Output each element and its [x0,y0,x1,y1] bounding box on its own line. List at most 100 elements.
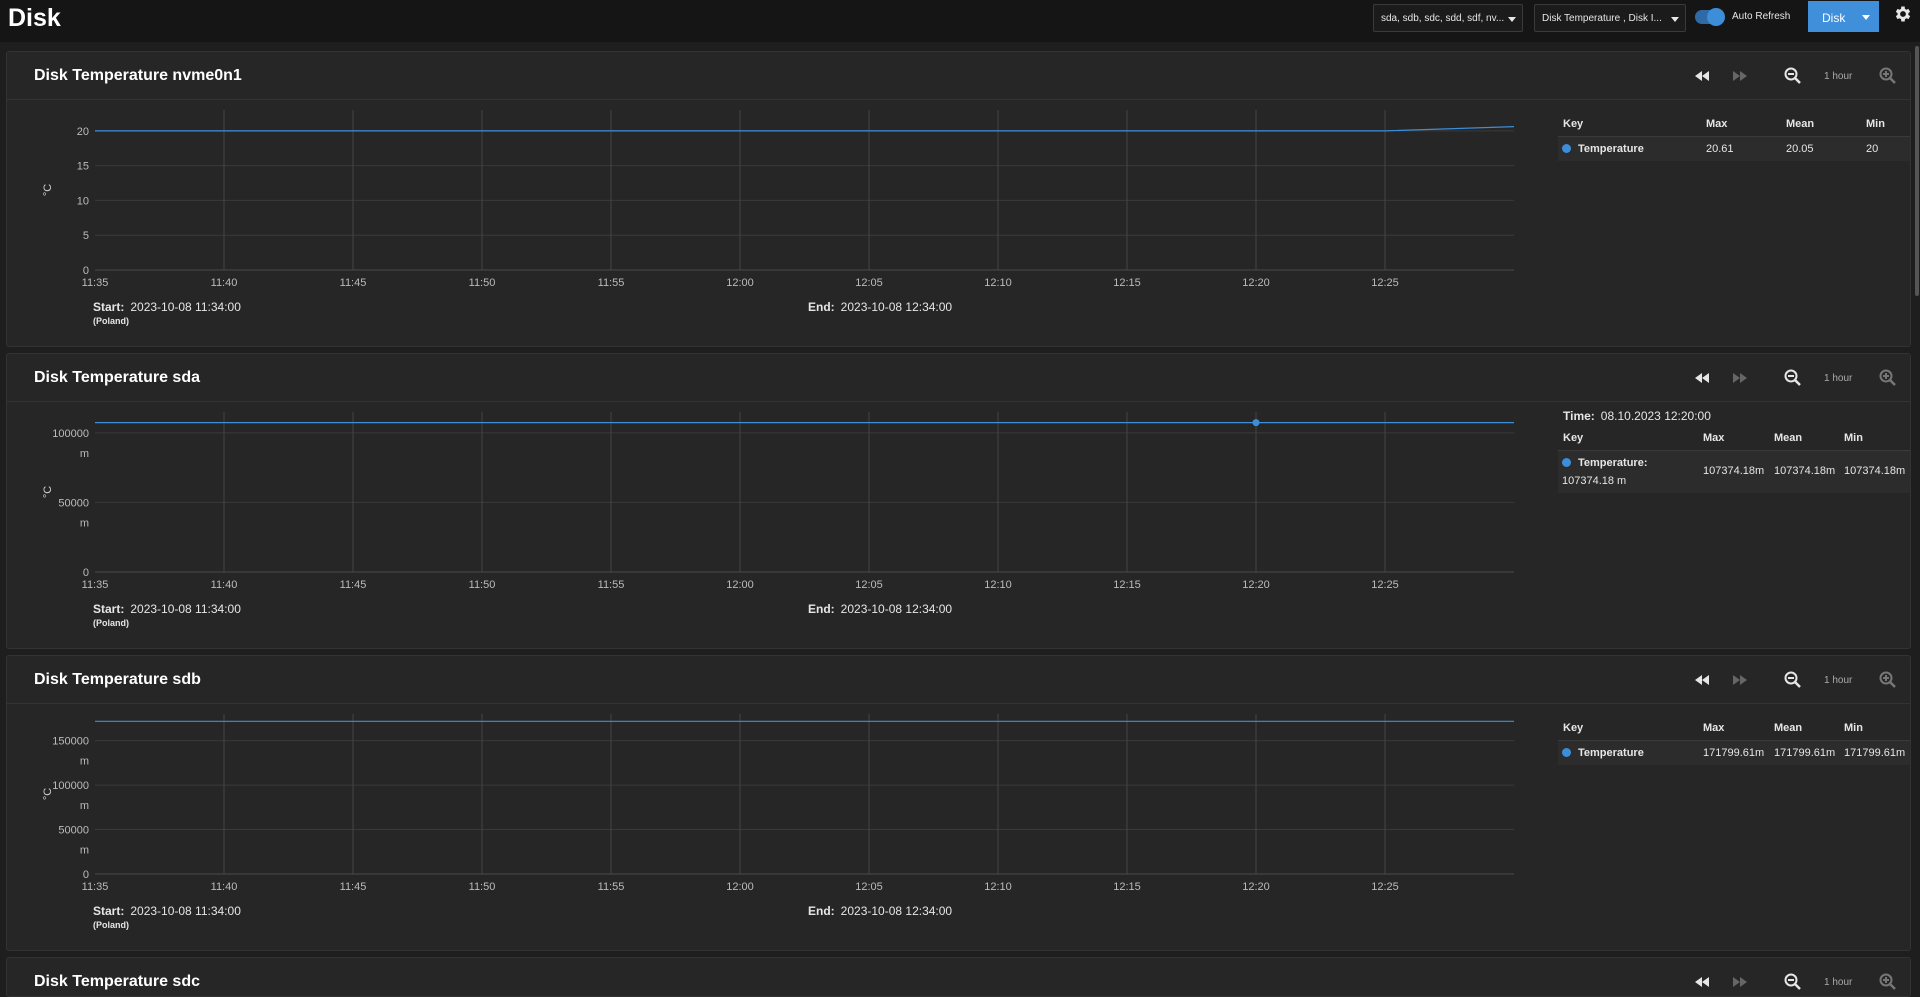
legend-max: 20.61 [1706,143,1734,155]
legend-header-cell: Mean [1774,432,1803,444]
chart-card-sdc: Disk Temperature sdc 1 hour [6,957,1911,997]
start-time: Start: 2023-10-08 11:34:00 [93,300,241,314]
fast-forward-icon[interactable] [1730,368,1750,388]
fast-forward-icon[interactable] [1730,66,1750,86]
y-tick-unit: m [80,517,89,529]
y-tick-unit: m [80,448,89,460]
rewind-icon[interactable] [1692,66,1712,86]
fast-forward-icon[interactable] [1730,972,1750,992]
end-label: End: [808,904,835,918]
time-range-label: 1 hour [1824,675,1853,686]
page-title: Disk [8,4,61,32]
rewind-icon[interactable] [1692,670,1712,690]
legend-mean: 171799.61m [1774,747,1836,759]
series-color-dot [1562,748,1571,757]
x-tick-label: 12:25 [1371,277,1399,289]
chevron-down-icon [1671,17,1679,22]
y-tick-label: 10 [77,195,89,207]
legend-row-temperature[interactable]: Temperature: 107374.18 m 107374.18m 107374.… [1558,451,1910,493]
series-line-temperature[interactable] [95,126,1515,132]
time-range-label: 1 hour [1824,373,1853,384]
y-tick-label: 150000 [52,736,89,748]
time-range-label: 1 hour [1824,71,1853,82]
x-tick-label: 12:20 [1242,579,1270,591]
y-tick-label: 100000 [52,428,89,440]
series-color-dot [1562,144,1571,153]
end-time: End: 2023-10-08 12:34:00 [808,300,952,314]
x-tick-label: 11:55 [598,881,625,893]
zoom-out-icon[interactable] [1783,66,1803,86]
x-tick-label: 11:50 [469,277,496,289]
rewind-icon[interactable] [1692,368,1712,388]
metric-select-value: Disk Temperature , Disk I... [1542,13,1662,24]
x-tick-label: 11:35 [82,579,109,591]
x-tick-label: 12:10 [984,579,1012,591]
series-color-dot [1562,458,1571,467]
disk-menu-button[interactable]: Disk [1808,1,1879,32]
hover-time: Time: 08.10.2023 12:20:00 [1563,409,1711,423]
legend-header-cell: Max [1703,722,1725,734]
legend-key: Temperature [1578,143,1644,155]
zoom-in-icon[interactable] [1878,368,1898,388]
zoom-in-icon[interactable] [1878,66,1898,86]
start-time: Start: 2023-10-08 11:34:00 [93,602,241,616]
legend-mean: 107374.18m [1774,465,1836,477]
y-tick-label: 100000 [52,780,89,792]
y-tick-label: 0 [83,567,89,579]
y-tick-label: 50000 [58,825,89,837]
hover-point[interactable] [1252,419,1260,427]
auto-refresh-label: Auto Refresh [1732,11,1791,22]
y-tick-label: 0 [83,869,89,881]
legend-header: Key Max Mean Min [1558,718,1910,741]
zoom-out-icon[interactable] [1783,972,1803,992]
legend-row-temperature[interactable]: Temperature 20.61 20.05 20 [1558,137,1910,161]
x-tick-label: 12:25 [1371,881,1399,893]
x-tick-label: 11:45 [340,881,367,893]
y-tick-unit: m [80,756,89,768]
zoom-out-icon[interactable] [1783,368,1803,388]
x-tick-label: 11:50 [469,881,496,893]
x-tick-label: 11:40 [211,277,238,289]
start-value: 2023-10-08 11:34:00 [130,602,241,616]
metric-select[interactable]: Disk Temperature , Disk I... [1534,4,1686,32]
x-tick-label: 12:00 [726,881,754,893]
x-tick-label: 11:55 [598,277,625,289]
legend-header-cell: Key [1563,118,1584,130]
time-label: Time: [1563,409,1595,423]
chevron-down-icon [1862,15,1870,20]
fast-forward-icon[interactable] [1730,670,1750,690]
page-scrollbar[interactable] [1915,46,1919,296]
legend-header: Key Max Mean Min [1558,428,1910,451]
rewind-icon[interactable] [1692,972,1712,992]
y-tick-label: 20 [77,126,89,138]
x-tick-label: 11:35 [82,881,109,893]
timezone-label: (Poland) [93,920,129,930]
legend-row-temperature[interactable]: Temperature 171799.61m 171799.61m 171799.61… [1558,741,1910,765]
timezone-label: (Poland) [93,618,129,628]
end-label: End: [808,602,835,616]
legend-mean: 20.05 [1786,143,1814,155]
x-tick-label: 12:00 [726,579,754,591]
x-tick-label: 12:25 [1371,579,1399,591]
x-tick-label: 12:15 [1113,579,1141,591]
legend-header-cell: Mean [1786,118,1815,130]
auto-refresh-toggle[interactable] [1695,8,1725,26]
zoom-in-icon[interactable] [1878,972,1898,992]
x-tick-label: 12:05 [855,881,883,893]
start-label: Start: [93,602,125,616]
x-tick-label: 12:00 [726,277,754,289]
x-tick-label: 12:15 [1113,277,1141,289]
disk-button-label: Disk [1822,11,1846,25]
x-tick-label: 11:45 [340,579,367,591]
zoom-out-icon[interactable] [1783,670,1803,690]
time-value: 08.10.2023 12:20:00 [1600,409,1711,423]
legend-min: 20 [1866,143,1879,155]
x-tick-label: 12:10 [984,277,1012,289]
end-value: 2023-10-08 12:34:00 [840,904,953,918]
legend-header-cell: Min [1866,118,1885,130]
end-value: 2023-10-08 12:34:00 [840,300,953,314]
disk-select[interactable]: sda, sdb, sdc, sdd, sdf, nv... [1373,4,1523,32]
zoom-in-icon[interactable] [1878,670,1898,690]
x-tick-label: 11:45 [340,277,367,289]
gear-icon[interactable] [1893,4,1913,24]
